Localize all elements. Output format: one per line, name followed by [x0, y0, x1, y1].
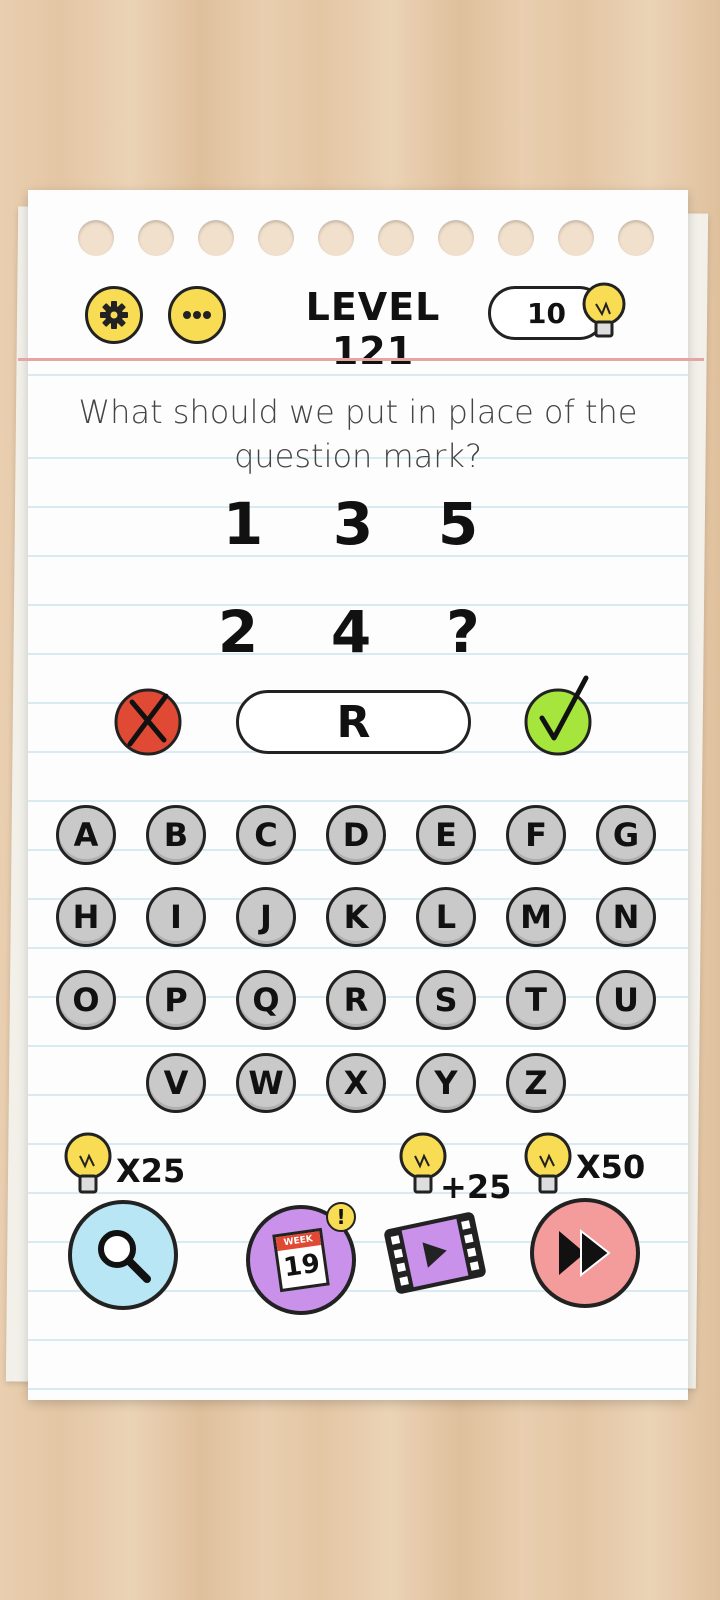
fast-forward-icon: [559, 1228, 611, 1278]
gear-icon: [100, 301, 128, 329]
letter-key-i[interactable]: I: [146, 887, 206, 947]
sequence-number: 5: [437, 490, 479, 558]
hint-count: 10: [527, 296, 566, 330]
lightbulb-icon: [582, 282, 626, 338]
letter-key-l[interactable]: L: [416, 887, 476, 947]
letter-key-o[interactable]: O: [56, 970, 116, 1030]
notebook-page: LEVEL 121 10 What should we put in place…: [18, 190, 704, 1400]
sequence-number: 1: [222, 490, 264, 558]
video-reward: +25: [440, 1168, 512, 1206]
reveal-letter-button[interactable]: [68, 1200, 178, 1310]
binder-hole: [558, 220, 594, 256]
letter-key-w[interactable]: W: [236, 1053, 296, 1113]
binder-hole: [198, 220, 234, 256]
skip-cost: X50: [576, 1148, 646, 1186]
magnifier-icon: [98, 1230, 151, 1283]
letter-key-q[interactable]: Q: [236, 970, 296, 1030]
letter-key-c[interactable]: C: [236, 805, 296, 865]
letter-key-a[interactable]: A: [56, 805, 116, 865]
calendar-day: 19: [281, 1248, 322, 1284]
letter-key-z[interactable]: Z: [506, 1053, 566, 1113]
sequence-number: 2: [217, 598, 259, 666]
clear-answer-button[interactable]: [110, 682, 186, 758]
header-divider: [18, 358, 704, 361]
letter-key-r[interactable]: R: [326, 970, 386, 1030]
letter-key-h[interactable]: H: [56, 887, 116, 947]
sequence-number: 4: [330, 598, 372, 666]
letter-key-d[interactable]: D: [326, 805, 386, 865]
notification-badge: !: [326, 1202, 356, 1232]
watch-video-button[interactable]: [383, 1208, 487, 1298]
reveal-cost: X25: [116, 1152, 186, 1190]
binder-hole: [318, 220, 354, 256]
letter-key-y[interactable]: Y: [416, 1053, 476, 1113]
letter-key-j[interactable]: J: [236, 887, 296, 947]
lightbulb-icon: [64, 1132, 112, 1194]
skip-level-button[interactable]: [530, 1198, 640, 1308]
letter-key-e[interactable]: E: [416, 805, 476, 865]
letter-key-m[interactable]: M: [506, 887, 566, 947]
settings-button[interactable]: [85, 286, 143, 344]
menu-button[interactable]: [168, 286, 226, 344]
letter-key-n[interactable]: N: [596, 887, 656, 947]
letter-key-t[interactable]: T: [506, 970, 566, 1030]
binder-hole: [618, 220, 654, 256]
answer-field[interactable]: R: [236, 690, 471, 754]
binder-hole: [498, 220, 534, 256]
lightbulb-icon: [524, 1132, 572, 1194]
letter-key-k[interactable]: K: [326, 887, 386, 947]
letter-key-s[interactable]: S: [416, 970, 476, 1030]
letter-key-b[interactable]: B: [146, 805, 206, 865]
letter-key-x[interactable]: X: [326, 1053, 386, 1113]
letter-key-u[interactable]: U: [596, 970, 656, 1030]
binder-hole: [258, 220, 294, 256]
binder-hole: [138, 220, 174, 256]
question-text: What should we put in place of the quest…: [78, 393, 638, 475]
calendar-icon: WEEK 19: [272, 1227, 330, 1293]
letter-key-v[interactable]: V: [146, 1053, 206, 1113]
letter-key-f[interactable]: F: [506, 805, 566, 865]
letter-key-g[interactable]: G: [596, 805, 656, 865]
letter-key-p[interactable]: P: [146, 970, 206, 1030]
answer-value: R: [336, 696, 371, 748]
more-dots-icon: [183, 311, 211, 319]
binder-hole: [78, 220, 114, 256]
binder-hole: [438, 220, 474, 256]
check-mark-icon: [524, 688, 592, 756]
question-mark: ?: [446, 598, 480, 666]
sequence-number: 3: [332, 490, 374, 558]
submit-answer-button[interactable]: [520, 672, 600, 758]
binder-hole: [378, 220, 414, 256]
